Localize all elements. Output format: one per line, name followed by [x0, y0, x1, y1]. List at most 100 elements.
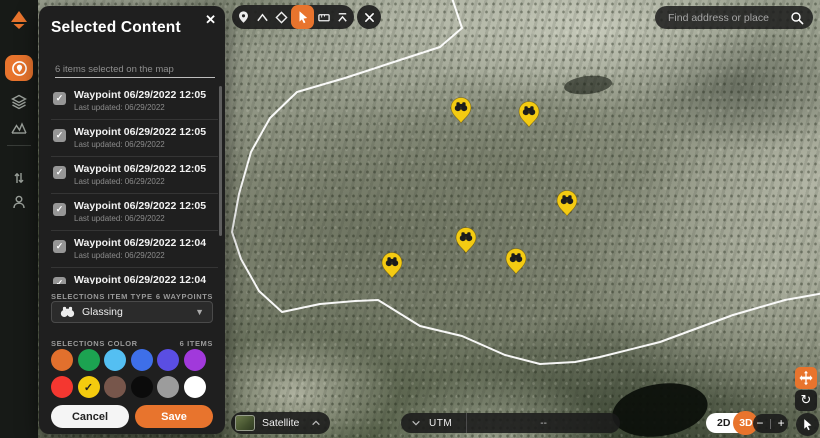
draw-shape-tool[interactable] — [272, 5, 291, 29]
coordinate-format: UTM — [429, 418, 452, 429]
chevron-up-icon — [256, 11, 269, 24]
color-count: 6 ITEMS — [180, 339, 213, 348]
pointer-mode-button[interactable] — [796, 413, 819, 436]
selected-content-panel: ✕ Selected Content 6 items selected on t… — [39, 6, 225, 434]
up-down-arrows-icon — [11, 170, 27, 186]
waypoint-list-item[interactable]: ✓ Waypoint 06/29/2022 12:05 Last updated… — [51, 194, 218, 231]
color-swatch[interactable] — [51, 376, 73, 398]
coordinate-readout[interactable]: UTM -- — [401, 413, 620, 433]
search-icon[interactable] — [790, 11, 804, 25]
waypoint-title: Waypoint 06/29/2022 12:05 — [74, 126, 206, 138]
map-tools-toolbar — [232, 5, 354, 29]
waypoint-title: Waypoint 06/29/2022 12:05 — [74, 200, 206, 212]
basemap-thumbnail — [235, 415, 255, 431]
item-type-value: Glassing — [82, 306, 195, 318]
sidebar-item-layers[interactable] — [5, 89, 33, 115]
sidebar-item-terrain[interactable] — [5, 115, 33, 141]
checkbox-checked-icon[interactable]: ✓ — [53, 277, 66, 284]
reset-rotation-button[interactable]: ↻ — [795, 390, 817, 411]
diamond-icon — [275, 11, 288, 24]
panel-title: Selected Content — [51, 19, 181, 37]
sidebar-item-tracker[interactable] — [5, 165, 33, 191]
item-type-dropdown[interactable]: Glassing ▼ — [51, 301, 213, 323]
waypoint-marker[interactable] — [506, 249, 526, 275]
color-swatch[interactable] — [104, 349, 126, 371]
dimension-toggle: 2D 3D — [706, 411, 758, 435]
waypoint-subtitle: Last updated: 06/29/2022 — [74, 214, 206, 223]
waypoint-list-item[interactable]: ✓ Waypoint 06/29/2022 12:04 Last updated… — [51, 268, 218, 284]
rock-shadow — [563, 74, 613, 97]
checkbox-checked-icon[interactable]: ✓ — [53, 129, 66, 142]
rotate-icon: ↻ — [801, 393, 812, 408]
divider — [770, 419, 771, 429]
checkbox-checked-icon[interactable]: ✓ — [53, 166, 66, 179]
color-label: SELECTIONS COLOR — [51, 339, 138, 348]
checkbox-checked-icon[interactable]: ✓ — [53, 240, 66, 253]
waypoint-list-item[interactable]: ✓ Waypoint 06/29/2022 12:05 Last updated… — [51, 120, 218, 157]
onx-logo-icon — [7, 8, 31, 32]
waypoint-marker[interactable] — [451, 98, 471, 124]
waypoint-title: Waypoint 06/29/2022 12:05 — [74, 89, 206, 101]
waypoint-subtitle: Last updated: 06/29/2022 — [74, 103, 206, 112]
color-swatch[interactable] — [184, 376, 206, 398]
waypoint-title: Waypoint 06/29/2022 12:05 — [74, 163, 206, 175]
waypoint-list[interactable]: ✓ Waypoint 06/29/2022 12:05 Last updated… — [51, 83, 218, 284]
chevron-down-icon — [411, 418, 421, 428]
measure-tool[interactable] — [314, 5, 333, 29]
waypoint-list-item[interactable]: ✓ Waypoint 06/29/2022 12:04 Last updated… — [51, 231, 218, 268]
summary-underline — [55, 77, 215, 78]
color-swatch[interactable]: ✓ — [78, 376, 100, 398]
waypoint-list-item[interactable]: ✓ Waypoint 06/29/2022 12:05 Last updated… — [51, 157, 218, 194]
toolbar-close-button[interactable] — [357, 5, 381, 29]
cursor-icon — [296, 10, 310, 24]
search-bar[interactable]: Find address or place — [655, 6, 813, 29]
layers-icon — [11, 94, 27, 110]
waypoint-subtitle: Last updated: 06/29/2022 — [74, 177, 206, 186]
list-scrollbar[interactable] — [219, 86, 222, 236]
close-icon — [364, 12, 375, 23]
sidebar-item-content[interactable] — [5, 55, 33, 81]
waypoint-marker[interactable] — [519, 102, 539, 128]
waypoint-marker[interactable] — [382, 253, 402, 279]
color-swatch[interactable] — [157, 376, 179, 398]
color-swatch[interactable] — [157, 349, 179, 371]
draw-line-tool[interactable] — [253, 5, 272, 29]
panel-footer: Cancel Save — [51, 405, 213, 428]
pan-mode-button[interactable] — [795, 367, 817, 389]
cancel-button[interactable]: Cancel — [51, 405, 129, 428]
zoom-in-button[interactable]: + — [778, 415, 785, 432]
color-swatch-grid: ✓ — [51, 349, 206, 398]
export-tool[interactable] — [333, 5, 352, 29]
panel-close-button[interactable]: ✕ — [205, 12, 216, 28]
basemap-selector[interactable]: Satellite — [231, 412, 330, 434]
color-swatch[interactable] — [131, 349, 153, 371]
color-swatch[interactable] — [78, 349, 100, 371]
save-button[interactable]: Save — [135, 405, 213, 428]
item-type-label: SELECTIONS ITEM TYPE — [51, 292, 153, 301]
select-tool[interactable] — [291, 5, 314, 29]
move-icon — [798, 370, 814, 386]
checkbox-checked-icon[interactable]: ✓ — [53, 92, 66, 105]
waypoint-marker[interactable] — [557, 191, 577, 217]
zoom-out-button[interactable]: − — [756, 415, 763, 432]
zoom-controls: − + — [753, 414, 788, 433]
chevron-up-icon — [311, 418, 321, 428]
color-swatch[interactable] — [104, 376, 126, 398]
color-swatch[interactable] — [184, 349, 206, 371]
selection-boundary — [232, 0, 820, 364]
add-waypoint-tool[interactable] — [234, 5, 253, 29]
waypoint-title: Waypoint 06/29/2022 12:04 — [74, 274, 206, 284]
sidebar-item-account[interactable] — [5, 189, 33, 215]
color-swatch[interactable] — [131, 376, 153, 398]
pin-icon — [237, 10, 250, 24]
item-type-count: 6 WAYPOINTS — [156, 292, 213, 301]
item-type-section-header: SELECTIONS ITEM TYPE 6 WAYPOINTS — [51, 292, 213, 301]
rectangle-icon — [317, 11, 331, 24]
waypoint-title: Waypoint 06/29/2022 12:04 — [74, 237, 206, 249]
waypoint-marker[interactable] — [456, 228, 476, 254]
waypoint-circle-icon — [11, 60, 28, 77]
color-swatch[interactable] — [51, 349, 73, 371]
waypoint-subtitle: Last updated: 06/29/2022 — [74, 140, 206, 149]
waypoint-list-item[interactable]: ✓ Waypoint 06/29/2022 12:05 Last updated… — [51, 83, 218, 120]
checkbox-checked-icon[interactable]: ✓ — [53, 203, 66, 216]
